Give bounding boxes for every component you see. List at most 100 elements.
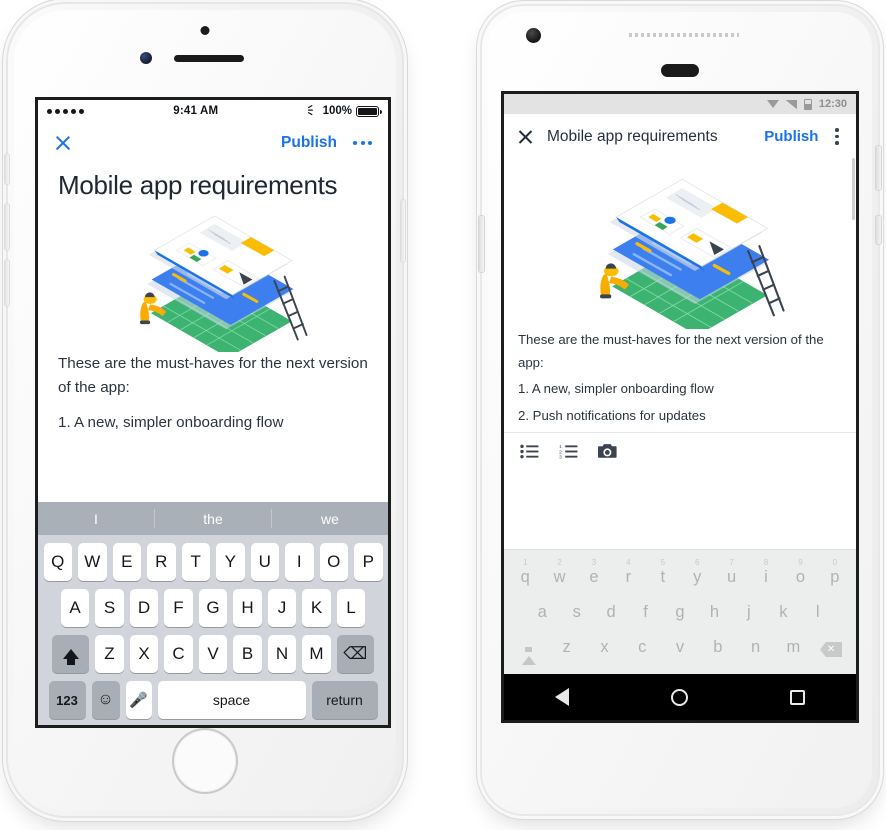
key-z[interactable]: Z (95, 635, 124, 673)
key-w[interactable]: 2w (542, 558, 576, 594)
key-v[interactable]: V (198, 635, 228, 673)
key-o[interactable]: 9o (783, 558, 817, 594)
key-r[interactable]: R (147, 543, 176, 581)
key-m[interactable]: m (774, 629, 812, 664)
key-i[interactable]: I (285, 543, 314, 581)
key-j[interactable]: j (732, 594, 766, 629)
android-assist-button[interactable] (876, 216, 881, 244)
android-power-button[interactable] (876, 146, 881, 190)
key-p[interactable]: 0p (818, 558, 852, 594)
key-g[interactable]: G (198, 589, 228, 627)
page-title: Mobile app requirements (58, 170, 338, 200)
key-d[interactable]: D (129, 589, 159, 627)
close-icon[interactable] (54, 134, 72, 152)
layered-design-stack-illustration (139, 215, 308, 352)
key-t[interactable]: 5t (646, 558, 680, 594)
key-f[interactable]: F (164, 589, 193, 627)
numbers-key[interactable]: 123 (48, 681, 86, 719)
key-x[interactable]: x (586, 629, 624, 664)
key-j[interactable]: J (267, 589, 297, 627)
key-k[interactable]: K (302, 589, 331, 627)
close-icon[interactable] (517, 128, 534, 145)
publish-button[interactable]: Publish (281, 134, 337, 152)
key-b[interactable]: b (699, 629, 737, 664)
key-i[interactable]: 8i (749, 558, 783, 594)
iphone-volume-down-button[interactable] (5, 260, 9, 306)
key-e[interactable]: 3e (577, 558, 611, 594)
android-screen: 12:30 Mobile app requirements Publish Th… (504, 94, 856, 720)
return-key[interactable]: return (311, 681, 378, 719)
ios-signal-strength-icon (47, 108, 84, 114)
ios-document-body: Mobile app requirements These are the mu… (38, 164, 388, 435)
iphone-power-button[interactable] (401, 200, 405, 262)
key-z[interactable]: z (548, 629, 586, 664)
key-b[interactable]: B (233, 635, 262, 673)
more-vertical-icon[interactable] (831, 126, 843, 147)
bulleted-list-icon[interactable] (520, 444, 539, 459)
emoji-smiley-icon[interactable]: ☺ (91, 681, 120, 719)
ios-status-bar: 9:41 AM 🗧 100% (38, 100, 388, 122)
key-m[interactable]: M (302, 635, 331, 673)
key-n[interactable]: n (737, 629, 775, 664)
key-x[interactable]: X (129, 635, 159, 673)
key-k[interactable]: k (766, 594, 800, 629)
more-horizontal-icon[interactable] (353, 141, 372, 145)
key-n[interactable]: N (267, 635, 297, 673)
iphone-volume-up-button[interactable] (5, 204, 9, 250)
key-p[interactable]: P (354, 543, 383, 581)
android-scrollbar[interactable] (852, 158, 855, 220)
key-h[interactable]: H (233, 589, 262, 627)
backspace-icon: ⌫ (343, 644, 368, 663)
key-r[interactable]: 4r (611, 558, 645, 594)
numbered-list-icon[interactable]: 1 2 3 (559, 444, 578, 459)
shift-key[interactable] (52, 635, 90, 673)
backspace-key[interactable]: ✕ (812, 633, 850, 664)
key-t[interactable]: T (181, 543, 210, 581)
key-h[interactable]: h (697, 594, 731, 629)
key-f[interactable]: f (628, 594, 662, 629)
android-speaker-grille (629, 33, 739, 37)
key-d[interactable]: d (594, 594, 628, 629)
prediction-candidate-2[interactable]: the (155, 502, 271, 535)
key-u[interactable]: 7u (714, 558, 748, 594)
key-e[interactable]: E (112, 543, 141, 581)
key-a[interactable]: A (60, 589, 90, 627)
shift-key[interactable] (510, 629, 548, 665)
android-keyboard-row-2: a s d f g h j k l (508, 594, 852, 629)
prediction-candidate-1[interactable]: I (38, 502, 154, 535)
camera-icon[interactable] (598, 443, 618, 460)
iphone-proximity-sensor-icon (140, 52, 152, 64)
android-volume-button[interactable] (479, 216, 484, 272)
page-title: Mobile app requirements (547, 127, 718, 145)
key-s[interactable]: s (559, 594, 593, 629)
backspace-key[interactable]: ⌫ (336, 635, 374, 673)
key-u[interactable]: U (250, 543, 279, 581)
key-v[interactable]: v (661, 629, 699, 664)
key-q[interactable]: 1q (508, 558, 542, 594)
key-q[interactable]: Q (43, 543, 72, 581)
key-a[interactable]: a (525, 594, 559, 629)
back-triangle-icon[interactable] (555, 688, 569, 706)
key-y[interactable]: Y (216, 543, 245, 581)
space-key[interactable]: space (157, 681, 306, 719)
key-c[interactable]: c (623, 629, 661, 664)
recents-square-icon[interactable] (790, 689, 805, 705)
prediction-candidate-3[interactable]: we (272, 502, 388, 535)
key-y[interactable]: 6y (680, 558, 714, 594)
microphone-icon[interactable]: 🎤 (125, 681, 152, 719)
key-o[interactable]: O (319, 543, 348, 581)
key-w[interactable]: W (78, 543, 107, 581)
key-l[interactable]: L (336, 589, 366, 627)
key-l[interactable]: l (801, 594, 835, 629)
iphone-home-button[interactable] (174, 730, 236, 792)
document-text: These are the must-haves for the next ve… (518, 329, 842, 428)
key-c[interactable]: C (164, 635, 193, 673)
home-circle-icon[interactable] (671, 688, 688, 706)
key-s[interactable]: S (95, 589, 124, 627)
android-device-frame: 12:30 Mobile app requirements Publish Th… (479, 6, 881, 814)
publish-button[interactable]: Publish (764, 128, 818, 145)
ios-prediction-bar: I the we (38, 502, 388, 535)
iphone-mute-switch[interactable] (5, 154, 9, 184)
document-list-item: 2. Push notifications for updates (518, 408, 706, 424)
key-g[interactable]: g (663, 594, 697, 629)
